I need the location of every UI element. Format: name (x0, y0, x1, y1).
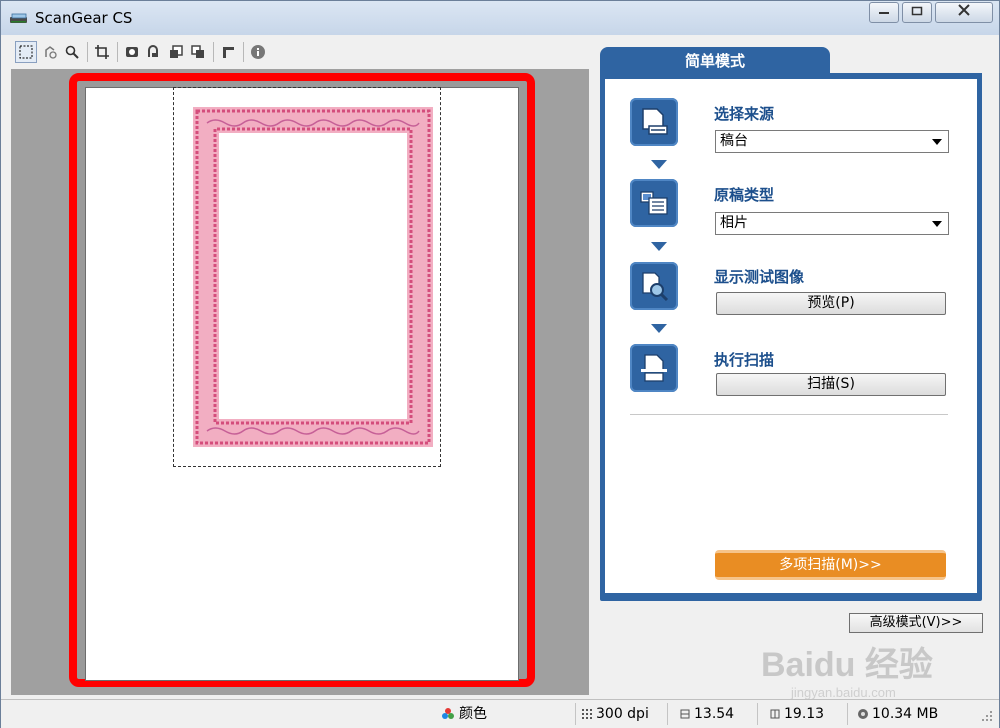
info-icon (251, 45, 265, 59)
chevron-down-icon (932, 221, 942, 227)
source-select-value: 稿台 (720, 133, 748, 149)
preview-button[interactable]: 预览(P) (716, 292, 946, 315)
flip-icon (191, 45, 204, 58)
height-status: 19.13 (769, 704, 824, 724)
chevron-down-icon (932, 139, 942, 145)
width-text: 13.54 (694, 706, 735, 722)
zoom-tool[interactable] (61, 41, 83, 63)
resize-grip-icon[interactable] (981, 710, 993, 722)
baidu-jingyan-watermark: Baidu 经验 (761, 646, 933, 684)
source-step-icon (630, 98, 678, 146)
status-separator (847, 703, 848, 725)
toolbar-separator (87, 42, 88, 62)
panel-divider (630, 414, 948, 415)
photo-document-icon (640, 191, 668, 215)
toolbar-separator (213, 42, 214, 62)
source-select[interactable]: 稿台 (715, 130, 949, 153)
zoom-icon (65, 45, 79, 59)
toolbar-separator (117, 42, 118, 62)
width-status: 13.54 (679, 704, 734, 724)
window-title: ScanGear CS (35, 9, 133, 27)
status-separator (667, 703, 668, 725)
mirror-icon (126, 47, 138, 57)
rotate-right-icon (170, 45, 183, 58)
color-mode-status: 颜色 (441, 704, 487, 724)
scangear-window: ScanGear CS 简单模式 选择来源 稿台 原稿类型 相片 显示测试图像 … (0, 0, 1000, 728)
minimize-icon (879, 12, 889, 14)
color-mode-text: 颜色 (459, 706, 487, 722)
height-icon (770, 709, 780, 719)
preview-magnifier-icon (642, 272, 669, 302)
resolution-text: 300 dpi (596, 706, 649, 722)
rotate-left-tool[interactable] (143, 41, 165, 63)
file-size-icon (858, 709, 868, 719)
multi-scan-button[interactable]: 多项扫描(M)>> (715, 550, 946, 580)
crop-frame-icon (95, 45, 109, 59)
scan-button[interactable]: 扫描(S) (716, 373, 946, 396)
minimize-button[interactable] (869, 2, 899, 23)
crop-frame-tool[interactable] (91, 41, 113, 63)
flip-tool[interactable] (187, 41, 209, 63)
scan-document-icon (641, 354, 667, 382)
height-text: 19.13 (784, 706, 825, 722)
watermark-url: jingyan.baidu.com (791, 685, 896, 700)
auto-crop-tool[interactable] (39, 41, 61, 63)
rotate-right-tool[interactable] (165, 41, 187, 63)
status-separator (575, 703, 576, 725)
advanced-mode-button[interactable]: 高级模式(V)>> (849, 613, 983, 633)
document-type-label: 原稿类型 (714, 186, 775, 204)
document-type-select[interactable]: 相片 (715, 212, 949, 235)
resolution-status: 300 dpi (581, 704, 649, 724)
mirror-tool[interactable] (121, 41, 143, 63)
file-size-text: 10.34 MB (872, 706, 939, 722)
marquee-select-tool[interactable] (15, 41, 37, 63)
settings-tool[interactable] (217, 41, 239, 63)
status-separator (757, 703, 758, 725)
auto-crop-icon (45, 46, 57, 59)
restore-button[interactable] (902, 2, 932, 23)
preview-step-icon (630, 262, 678, 310)
crop-selection[interactable] (173, 87, 441, 467)
step-arrow-icon (651, 324, 667, 333)
width-icon (680, 709, 690, 719)
close-icon (958, 4, 970, 16)
scan-label: 执行扫描 (714, 351, 775, 369)
scan-step-icon (630, 344, 678, 392)
info-tool[interactable] (247, 41, 269, 63)
select-source-label: 选择来源 (714, 105, 775, 123)
toolbar-separator (243, 42, 244, 62)
document-type-value: 相片 (720, 215, 748, 231)
file-size-status: 10.34 MB (857, 704, 938, 724)
color-mode-icon (442, 708, 454, 719)
preview-label: 显示测试图像 (714, 268, 805, 286)
restore-icon (911, 6, 923, 16)
close-button[interactable] (935, 2, 993, 23)
scanner-app-icon (10, 13, 27, 23)
platen-source-icon (642, 108, 668, 135)
settings-icon (223, 47, 234, 58)
preview-area[interactable] (11, 69, 589, 695)
status-bar: 颜色 300 dpi 13.54 19.13 10.34 MB (1, 699, 999, 728)
document-type-step-icon (630, 179, 678, 227)
tab-simple-mode[interactable]: 简单模式 (600, 47, 830, 75)
step-arrow-icon (651, 242, 667, 251)
step-arrow-icon (651, 160, 667, 169)
title-bar: ScanGear CS (1, 1, 999, 35)
marquee-select-icon (19, 45, 33, 59)
resolution-icon (582, 709, 592, 719)
preview-toolbar (11, 39, 589, 65)
rotate-left-icon (148, 45, 158, 57)
